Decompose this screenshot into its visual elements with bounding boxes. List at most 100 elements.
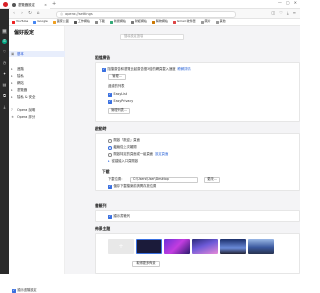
manage-lists-button[interactable]: 管理列表... <box>108 108 130 114</box>
downloads-title-row: 下載 <box>102 169 110 175</box>
ask-download-row[interactable]: ✓ 儲存下載檔案前詢問存放位置 <box>108 184 156 189</box>
address-bar[interactable]: ◎ opera://settings <box>56 10 236 18</box>
theme-gallery: + <box>108 239 288 254</box>
address-toolbar: ‹ › ↻ ⌂ ◎ opera://settings ◫ ♡ ⤓ ≡ <box>0 9 300 19</box>
speed-dial-icon[interactable]: ▦ <box>2 28 7 34</box>
learn-more-link[interactable]: 瞭解詳情 <box>178 67 191 72</box>
theme-purple[interactable] <box>164 239 190 254</box>
sites-icon: ▸ <box>11 81 13 85</box>
reload-icon[interactable]: ↻ <box>26 11 34 16</box>
maximize-button[interactable]: ▢ <box>286 0 290 6</box>
startup-option-portal[interactable]: ▸ 從建議入口頁開啟 <box>108 159 138 164</box>
privacy-icon: ▸ <box>11 74 13 78</box>
gmail-icon <box>172 20 176 24</box>
search-input[interactable]: 搜尋設定選項 <box>120 34 184 40</box>
minimize-button[interactable]: — <box>278 0 282 6</box>
download-icon[interactable]: ⤓ <box>287 10 289 16</box>
theme-mountains[interactable] <box>248 239 274 254</box>
startup-option-welcome[interactable]: 開啟「歡迎」頁面 <box>108 138 140 143</box>
easylist-row[interactable]: ✓ EasyList <box>108 92 127 97</box>
startup-option-continue[interactable]: 繼續從上次離開 <box>108 145 137 150</box>
get-more-themes-button[interactable]: 取得更多佈景 <box>132 261 160 267</box>
folder-icon <box>130 20 134 24</box>
theme-dark-selected[interactable] <box>136 239 162 254</box>
bookmark-item[interactable]: 財經網站 <box>130 20 148 25</box>
folder-icon <box>215 20 219 24</box>
add-theme-button[interactable]: + <box>108 239 134 254</box>
snapshot-icon[interactable]: ◫ <box>271 10 275 16</box>
easy-setup-icon[interactable]: ≡ <box>293 10 296 16</box>
set-pages-link[interactable]: 設定頁面 <box>155 152 168 157</box>
download-path-field[interactable]: C:\Users\User\Desktop <box>130 177 198 183</box>
folder-icon <box>94 20 98 24</box>
tab-close-icon[interactable]: × <box>44 3 47 7</box>
startup-option-specific[interactable]: 開啟特定的頁面或一組頁面 設定頁面 <box>108 152 168 157</box>
manage-exceptions-button[interactable]: 管理... <box>108 74 126 80</box>
folder-icon <box>200 20 204 24</box>
opera-menu-button[interactable] <box>3 2 8 7</box>
bookmarks-bar: YouTube Google 國家公園 工作網站 下載 新聞網站 財經網站 購物… <box>9 19 300 26</box>
url-text: opera://settings <box>65 11 93 16</box>
radio-icon <box>108 139 112 143</box>
nav-item-security[interactable]: ▸ 隱私 & 安全 <box>9 94 65 100</box>
adblock-enable-row[interactable]: ✓ 阻擋廣告和瀏覽比起廣告慢3倍的網頁載入速度 瞭解詳情 <box>102 67 191 72</box>
change-download-button[interactable]: 更改... <box>204 177 220 183</box>
site-info-icon: ◎ <box>60 11 64 16</box>
star-icon: ★ <box>11 115 15 119</box>
opera-sidebar: ▦ ✆ ♡ ◷ ✦ ▤ ⧉ ⤓ <box>0 9 9 274</box>
tab-title: 瀏覽器設定 <box>18 2 35 7</box>
nav-item-help[interactable]: ? Opera 說明 <box>9 107 65 113</box>
bookmark-item[interactable]: 圖片 <box>200 20 212 25</box>
chevron-right-icon: ▸ <box>108 159 110 163</box>
bookmark-item[interactable]: Gmail 收件匣 <box>172 20 197 25</box>
nav-item-browser[interactable]: ▸ 瀏覽器 <box>9 87 65 93</box>
startup-card: 開啟「歡迎」頁面 繼續從上次離開 開啟特定的頁面或一組頁面 設定頁面 ▸ 從建議… <box>95 133 300 191</box>
nav-item-advanced[interactable]: ▸ 進階 <box>9 66 65 72</box>
downloads-sidebar-icon[interactable]: ⤓ <box>2 104 7 110</box>
back-icon[interactable]: ‹ <box>10 11 18 16</box>
close-window-button[interactable]: ✕ <box>294 0 297 6</box>
home-icon[interactable]: ⌂ <box>34 11 42 16</box>
bookmark-item[interactable]: 下載 <box>94 20 106 25</box>
bookmark-item[interactable]: 新聞網站 <box>109 20 127 25</box>
tabs-icon[interactable]: ⧉ <box>2 93 7 99</box>
news-icon[interactable]: ▤ <box>2 82 7 88</box>
checkbox-checked-icon: ✓ <box>102 67 106 72</box>
bookmark-item[interactable]: Google <box>32 20 49 25</box>
nav-item-rate[interactable]: ★ Opera 評分 <box>9 114 65 120</box>
history-icon[interactable]: ◷ <box>2 60 7 66</box>
bookmark-icon <box>12 20 15 24</box>
forward-icon[interactable]: › <box>18 11 26 16</box>
bookmark-icon <box>33 20 37 24</box>
tab-settings[interactable]: 瀏覽器設定 × <box>10 1 50 9</box>
bookmark-item[interactable]: 工作網站 <box>73 20 91 25</box>
folder-icon <box>109 20 113 24</box>
advanced-icon: ▸ <box>11 67 13 71</box>
bookmark-item[interactable]: YouTube <box>11 20 29 25</box>
bookmarks-icon[interactable]: ♡ <box>2 49 7 55</box>
show-bookmarks-row[interactable]: ✓ 顯示書籤列 <box>108 214 130 219</box>
bookmark-item[interactable]: 購物網站 <box>151 20 169 25</box>
theme-night-city[interactable] <box>220 239 246 254</box>
show-advanced-toggle[interactable]: ✓ 顯示進階設定 <box>12 288 37 293</box>
checkbox-checked-icon: ✓ <box>108 99 112 104</box>
settings-tab-icon <box>12 3 16 7</box>
theme-aurora[interactable] <box>192 239 218 254</box>
folder-icon <box>73 20 77 24</box>
easyprivacy-row[interactable]: ✓ EasyPrivacy <box>108 99 133 104</box>
bookmark-item[interactable]: 國家公園 <box>52 20 70 25</box>
window-controls: — ▢ ✕ <box>278 0 297 6</box>
nav-item-privacy[interactable]: ▸ 隱私 <box>9 73 65 79</box>
section-title-adblock: 阻擋廣告 <box>95 55 111 60</box>
bookmark-heart-icon[interactable]: ♡ <box>279 10 283 16</box>
browser-icon: ▸ <box>11 88 13 92</box>
tab-bar: 瀏覽器設定 × + — ▢ ✕ <box>0 0 300 9</box>
nav-item-basic[interactable]: ▣ 基本 <box>9 51 65 57</box>
new-tab-button[interactable]: + <box>52 1 56 7</box>
whatsapp-icon[interactable]: ✆ <box>2 38 7 44</box>
section-title-downloads: 下載 <box>102 169 110 174</box>
nav-item-sites[interactable]: ▸ 網站 <box>9 80 65 86</box>
extensions-icon[interactable]: ✦ <box>2 71 7 77</box>
bookmark-item[interactable]: 其他 <box>215 20 227 25</box>
shield-icon: ▸ <box>11 95 13 99</box>
